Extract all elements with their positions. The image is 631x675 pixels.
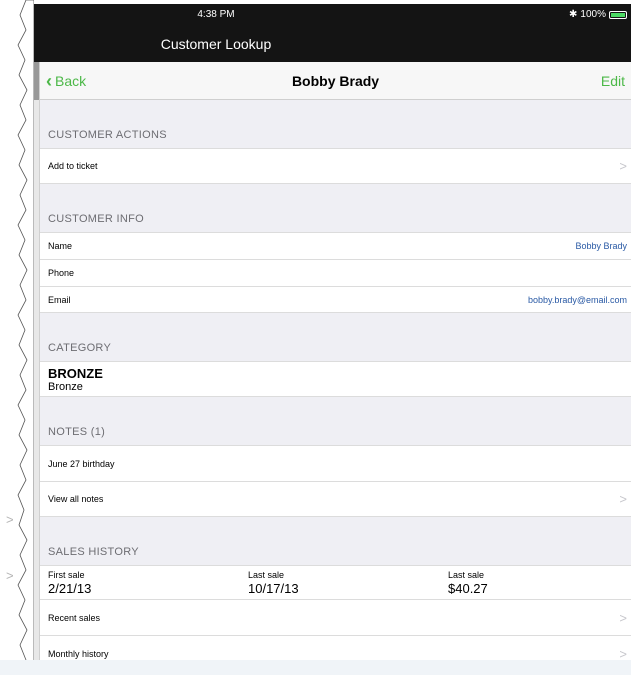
- last-sale-amount-value: $40.27: [448, 581, 488, 596]
- app-title-bar: Customer Lookup: [26, 24, 631, 62]
- section-header-actions: CUSTOMER ACTIONS: [48, 129, 167, 141]
- view-all-notes-row[interactable]: View all notes >: [40, 481, 631, 517]
- note-text: June 27 birthday: [48, 458, 115, 469]
- first-sale-label: First sale: [48, 570, 85, 580]
- chevron-right-icon: >: [6, 568, 14, 583]
- battery-icon: [609, 10, 627, 19]
- row-label: Add to ticket: [48, 161, 98, 171]
- email-row[interactable]: Email bobby.brady@email.com: [40, 286, 631, 313]
- last-sale-amount-label: Last sale: [448, 570, 485, 580]
- battery-percent: 100%: [580, 9, 606, 20]
- row-label: Monthly history: [48, 649, 109, 659]
- page-title: Bobby Brady: [291, 73, 380, 89]
- first-sale: First sale 2/21/13: [48, 570, 91, 596]
- row-label: Phone: [48, 268, 75, 278]
- edit-button[interactable]: Edit: [601, 73, 625, 89]
- bluetooth-icon: ✱: [569, 9, 578, 20]
- category-row[interactable]: BRONZE Bronze: [40, 361, 631, 397]
- add-to-ticket-row[interactable]: Add to ticket >: [40, 148, 631, 184]
- section-header-sales: SALES HISTORY: [48, 546, 139, 558]
- last-sale-date: Last sale 10/17/13: [248, 570, 299, 596]
- status-time: 4:38 PM: [197, 9, 235, 20]
- sales-summary-row: First sale 2/21/13 Last sale 10/17/13 La…: [40, 565, 631, 599]
- chevron-right-icon: >: [619, 610, 627, 625]
- row-label: View all notes: [48, 494, 104, 504]
- note-row[interactable]: June 27 birthday: [40, 445, 631, 481]
- last-sale-value: 10/17/13: [248, 581, 299, 596]
- status-right: ✱ 100%: [569, 9, 627, 20]
- category-title: BRONZE: [48, 366, 103, 381]
- chevron-right-icon: >: [619, 491, 627, 507]
- row-label: Name: [48, 241, 73, 251]
- row-label: Recent sales: [48, 612, 101, 623]
- app-title: Customer Lookup: [160, 36, 272, 52]
- chevron-right-icon: >: [619, 158, 627, 174]
- status-bar: 4:38 PM ✱ 100%: [26, 4, 631, 24]
- section-header-notes: NOTES (1): [48, 426, 106, 438]
- device-frame: 4:38 PM ✱ 100% Customer Lookup ‹ Back Bo…: [26, 4, 631, 675]
- phone-row[interactable]: Phone: [40, 259, 631, 286]
- row-label: Email: [48, 294, 71, 305]
- name-value: Bobby Brady: [575, 241, 627, 251]
- section-header-category: CATEGORY: [48, 342, 112, 354]
- first-sale-value: 2/21/13: [48, 581, 92, 596]
- last-sale-amount: Last sale $40.27: [448, 570, 488, 596]
- detail-content: CUSTOMER ACTIONS Add to ticket > CUSTOME…: [40, 100, 631, 671]
- nav-bar: ‹ Back Bobby Brady Edit: [40, 62, 631, 100]
- chevron-right-icon: >: [6, 512, 14, 527]
- bottom-fade: [0, 660, 631, 675]
- category-subtitle: Bronze: [48, 381, 83, 393]
- email-value[interactable]: bobby.brady@email.com: [528, 295, 627, 305]
- section-header-info: CUSTOMER INFO: [48, 213, 144, 225]
- name-row[interactable]: Name Bobby Brady: [40, 232, 631, 259]
- recent-sales-row[interactable]: Recent sales >: [40, 599, 631, 635]
- last-sale-label: Last sale: [248, 570, 285, 580]
